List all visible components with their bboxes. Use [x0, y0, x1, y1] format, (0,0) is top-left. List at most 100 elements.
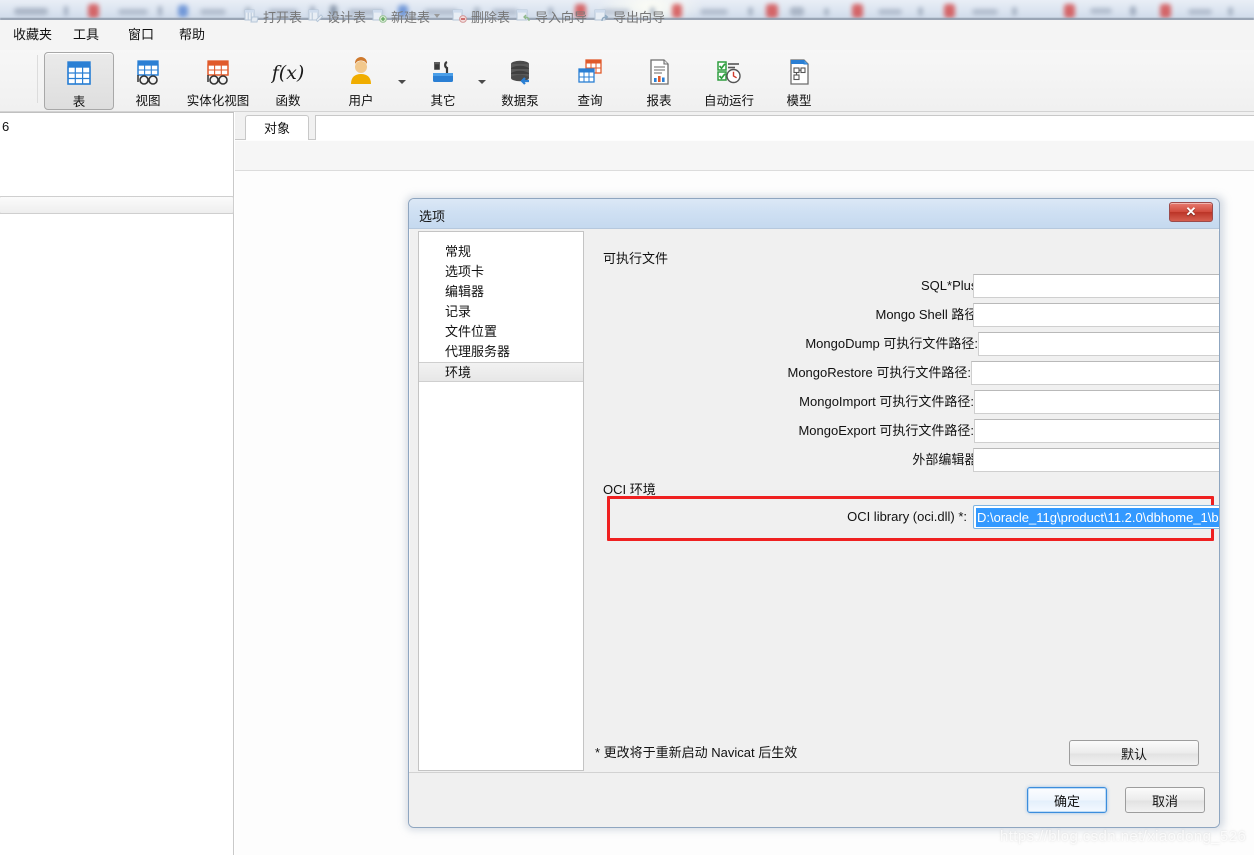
ribbon-label-materialized-view: 实体化视图: [186, 94, 250, 108]
user-icon: [344, 56, 378, 88]
ribbon-button-view[interactable]: 视图: [113, 52, 183, 110]
label-mongoexport: MongoExport 可执行文件路径:: [798, 423, 974, 438]
field-row-sqlplus: SQL*Plus: •••: [585, 274, 1219, 298]
nav-item-records[interactable]: 记录: [419, 302, 583, 322]
object-button-new-table[interactable]: 新建表: [372, 6, 430, 26]
sidebar-text-fragment: 6: [2, 119, 10, 134]
nav-item-tabs[interactable]: 选项卡: [419, 262, 583, 282]
design-table-icon: [308, 9, 324, 23]
delete-table-icon: [452, 9, 467, 23]
ribbon-label-view: 视图: [135, 94, 161, 108]
ribbon-button-materialized-view[interactable]: 实体化视图: [180, 52, 256, 110]
nav-item-file-locations[interactable]: 文件位置: [419, 322, 583, 342]
object-button-label: 删除表: [471, 9, 511, 25]
default-button[interactable]: 默认: [1069, 740, 1199, 766]
ribbon-button-automation[interactable]: 自动运行: [694, 52, 764, 110]
materialized-view-icon: [201, 56, 235, 88]
oci-library-combobox[interactable]: D:\oracle_11g\product\11.2.0\dbhome_1\bi…: [973, 505, 1219, 529]
field-row-external-editor: 外部编辑器: •••: [585, 448, 1219, 472]
field-row-mongoimport: MongoImport 可执行文件路径: •••: [585, 390, 1219, 414]
dialog-title: 选项: [419, 209, 446, 224]
ribbon-separator: [37, 55, 38, 103]
object-toolbar: [235, 141, 1254, 171]
label-external-editor: 外部编辑器:: [912, 452, 981, 467]
mongorestore-path-field[interactable]: [971, 361, 1219, 385]
new-table-icon: [372, 9, 387, 23]
ribbon-label-automation: 自动运行: [703, 94, 754, 108]
object-tab-strip: 对象: [235, 112, 1254, 140]
ribbon-button-function[interactable]: f(x) 函数: [253, 52, 323, 110]
ribbon-label-model: 模型: [786, 94, 812, 108]
nav-item-proxy[interactable]: 代理服务器: [419, 342, 583, 362]
ribbon-button-user[interactable]: 用户: [326, 52, 396, 110]
view-icon: [131, 56, 165, 88]
nav-item-editor[interactable]: 编辑器: [419, 282, 583, 302]
user-dropdown-caret[interactable]: [396, 76, 408, 88]
ribbon-button-query[interactable]: 查询: [555, 52, 625, 110]
ribbon-button-other[interactable]: 其它: [408, 52, 478, 110]
sidebar-top-divider: [0, 112, 234, 113]
nav-item-environment[interactable]: 环境: [419, 362, 583, 382]
tab-objects[interactable]: 对象: [245, 115, 310, 140]
object-button-label: 设计表: [327, 9, 367, 25]
options-dialog: 选项 ✕ 常规 选项卡 编辑器 记录 文件位置 代理服务器 环境 可执行文件 S…: [408, 198, 1220, 828]
object-button-delete-table[interactable]: 删除表: [452, 6, 510, 26]
object-button-open-table[interactable]: 打开表: [244, 6, 302, 26]
object-button-label: 导出向导: [613, 9, 666, 25]
new-table-dropdown-caret[interactable]: [433, 11, 443, 21]
svg-text:f(x): f(x): [271, 62, 304, 84]
label-mongodump: MongoDump 可执行文件路径:: [805, 336, 978, 351]
mongo-shell-path-field[interactable]: [973, 303, 1219, 327]
label-mongo-shell: Mongo Shell 路径:: [875, 307, 982, 322]
ribbon-button-data-pump[interactable]: 数据泵: [485, 52, 555, 110]
ribbon-label-query: 查询: [577, 94, 603, 108]
object-button-export-wizard[interactable]: 导出向导: [594, 6, 665, 26]
ribbon-label-function: 函数: [275, 94, 301, 108]
oci-library-value: D:\oracle_11g\product\11.2.0\dbhome_1\bi…: [976, 508, 1219, 527]
ribbon-label-user: 用户: [348, 94, 374, 108]
ribbon-label-data-pump: 数据泵: [501, 94, 539, 108]
menu-item-tools[interactable]: 工具: [70, 25, 102, 45]
restart-note: * 更改将于重新启动 Navicat 后生效: [595, 745, 798, 760]
mongoimport-path-field[interactable]: [974, 390, 1219, 414]
label-oci-library: OCI library (oci.dll) *:: [847, 509, 967, 524]
external-editor-path-field[interactable]: [973, 448, 1219, 472]
field-row-mongodump: MongoDump 可执行文件路径: •••: [585, 332, 1219, 356]
mongoexport-path-field[interactable]: [974, 419, 1219, 443]
object-button-import-wizard[interactable]: 导入向导: [516, 6, 587, 26]
ribbon-button-report[interactable]: 报表: [624, 52, 694, 110]
watermark-text: https://blog.csdn.net/xiaodong_526: [1000, 828, 1247, 845]
ribbon-button-model[interactable]: 模型: [764, 52, 834, 110]
mongodump-path-field[interactable]: [978, 332, 1219, 356]
export-wizard-icon: [594, 9, 609, 23]
menu-item-help[interactable]: 帮助: [176, 25, 208, 45]
ribbon-label-report: 报表: [646, 94, 672, 108]
query-icon: [573, 56, 607, 88]
ribbon-label-other: 其它: [430, 94, 456, 108]
sqlplus-path-field[interactable]: [973, 274, 1219, 298]
close-icon: ✕: [1185, 204, 1197, 219]
ribbon-button-table[interactable]: 表: [44, 52, 114, 110]
cancel-button[interactable]: 取消: [1125, 787, 1205, 813]
report-icon: [642, 56, 676, 88]
sidebar-group-bar[interactable]: [0, 196, 234, 214]
dialog-nav-list: 常规 选项卡 编辑器 记录 文件位置 代理服务器 环境: [418, 231, 584, 771]
label-sqlplus: SQL*Plus:: [921, 278, 981, 293]
dialog-panel-body: 可执行文件 SQL*Plus: ••• Mongo Shell 路径: ••• …: [585, 231, 1219, 771]
dialog-title-bar: 选项 ✕: [409, 199, 1219, 229]
menu-item-window[interactable]: 窗口: [125, 25, 157, 45]
model-icon: [782, 56, 816, 88]
table-icon: [62, 57, 96, 89]
tab-strip-filler: [315, 115, 1254, 140]
ok-button[interactable]: 确定: [1027, 787, 1107, 813]
menu-item-favorites[interactable]: 收藏夹: [10, 25, 55, 45]
field-row-mongo-shell: Mongo Shell 路径: •••: [585, 303, 1219, 327]
field-row-oci-library: OCI library (oci.dll) *: D:\oracle_11g\p…: [585, 505, 1219, 529]
close-button[interactable]: ✕: [1169, 202, 1213, 222]
left-sidebar-panel: 6: [0, 112, 234, 855]
object-button-design-table[interactable]: 设计表: [308, 6, 366, 26]
import-wizard-icon: [516, 9, 531, 23]
field-row-mongoexport: MongoExport 可执行文件路径: •••: [585, 419, 1219, 443]
nav-item-general[interactable]: 常规: [419, 242, 583, 262]
automation-icon: [712, 56, 746, 88]
